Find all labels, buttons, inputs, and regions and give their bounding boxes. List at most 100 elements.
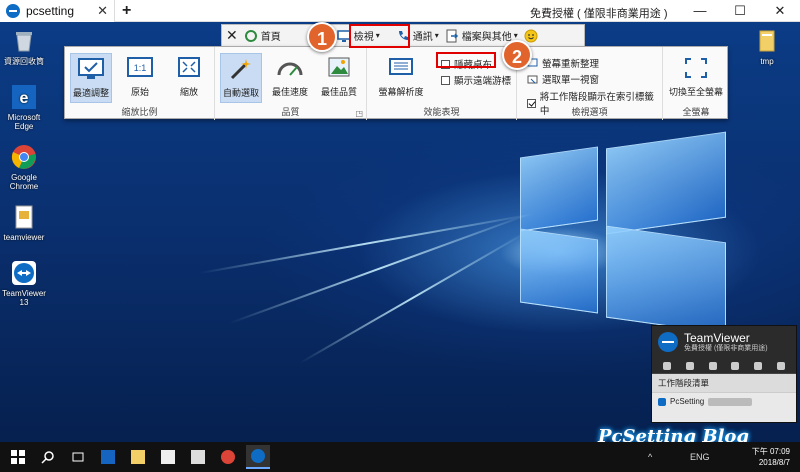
clock[interactable]: 下午 07:09 2018/8/7 <box>752 446 790 468</box>
best-fit-icon <box>76 56 106 82</box>
select-window-button[interactable]: 選取單一視窗 <box>527 72 599 86</box>
group-label: 檢視選項 <box>571 107 608 117</box>
quality-group: 自動選取 最佳速度 最佳品質 品質 ◳ <box>215 47 367 120</box>
wallpaper-logo-pane <box>520 228 598 314</box>
file-transfer-icon <box>445 29 459 43</box>
taskbar-store[interactable] <box>156 445 180 469</box>
clock-date: 2018/8/7 <box>758 458 790 467</box>
close-session-icon[interactable]: ✕ <box>226 27 238 44</box>
smiley-icon[interactable] <box>524 29 538 43</box>
chat-icon[interactable] <box>708 361 717 370</box>
search-button[interactable] <box>36 445 60 469</box>
task-view-button[interactable] <box>66 445 90 469</box>
teamviewer-icon <box>11 260 37 286</box>
mail-icon <box>191 450 205 464</box>
svg-text:1:1: 1:1 <box>134 63 147 73</box>
tab-label: pcsetting <box>26 4 75 18</box>
group-label: 縮放比例 <box>121 107 158 117</box>
session-list-title: 工作階段清單 <box>652 374 796 393</box>
start-button[interactable] <box>6 445 30 469</box>
highlight-view-tab <box>349 24 410 48</box>
taskbar-chrome[interactable] <box>216 445 240 469</box>
screen-resolution-button[interactable]: 螢幕解析度 <box>373 53 429 103</box>
screen-refresh-label: 螢幕重新整理 <box>542 59 600 70</box>
tv-license: 免費授權 (僅限非商業用途) <box>684 345 768 352</box>
tab-home[interactable]: 首頁 <box>244 28 281 43</box>
add-tab-button[interactable]: + <box>122 2 131 20</box>
dialog-launcher-icon[interactable]: ◳ <box>355 109 363 118</box>
window-title-bar: pcsetting ✕ + 免費授權 ( 僅限非商業用途 ) — ☐ ✕ <box>0 0 800 22</box>
maximize-button[interactable]: ☐ <box>720 0 760 22</box>
recycle-bin-icon[interactable]: 資源回收筒 <box>0 28 49 66</box>
fullscreen-button[interactable]: 切換至全螢幕 <box>667 53 725 103</box>
best-fit-button[interactable]: 最適調整 <box>70 53 112 103</box>
screen-refresh-button[interactable]: 螢幕重新整理 <box>527 56 599 70</box>
chevron-down-icon: ▾ <box>513 31 518 40</box>
taskbar-edge[interactable] <box>96 445 120 469</box>
desktop-icon-label: teamviewer <box>3 233 45 242</box>
headset-icon[interactable] <box>685 361 694 370</box>
zoom-button[interactable]: 縮放 <box>168 53 210 103</box>
whiteboard-icon[interactable] <box>753 361 762 370</box>
tv-toolbar <box>652 358 796 374</box>
step-badge-1: 1 <box>307 22 337 52</box>
computer-icon <box>658 397 666 406</box>
scale-arrows-icon <box>174 55 204 81</box>
desktop-icon-label: Microsoft Edge <box>7 113 41 131</box>
taskbar: ^ ENG 下午 07:09 2018/8/7 <box>0 442 800 472</box>
tab-home-label: 首頁 <box>260 32 281 43</box>
teamviewer-folder-shortcut[interactable]: teamviewer <box>0 204 49 242</box>
tab-files[interactable]: 檔案與其他 ▾ <box>445 28 518 43</box>
original-size-icon: 1:1 <box>125 55 155 81</box>
search-icon <box>41 451 54 464</box>
taskbar-mail[interactable] <box>186 445 210 469</box>
desktop-icon-label: tmp <box>760 57 774 66</box>
window-select-icon <box>527 74 538 85</box>
wallpaper-light-beam <box>199 212 536 274</box>
minimize-button[interactable]: — <box>680 0 720 22</box>
teamviewer-icon <box>251 449 265 463</box>
teamviewer13-shortcut[interactable]: TeamViewer 13 <box>0 260 49 307</box>
show-remote-cursor-label: 顯示遠端游標 <box>454 76 512 87</box>
tray-lang[interactable]: ENG <box>690 452 710 462</box>
store-icon <box>161 450 175 464</box>
chrome-shortcut[interactable]: Google Chrome <box>0 144 49 191</box>
wallpaper-light-beam <box>229 212 532 324</box>
task-view-icon <box>72 452 84 462</box>
file-box-icon[interactable] <box>731 361 740 370</box>
edge-shortcut[interactable]: e Microsoft Edge <box>0 84 49 131</box>
fullscreen-icon <box>681 55 711 81</box>
original-size-button[interactable]: 1:1 原始 <box>119 53 161 103</box>
close-tab-icon[interactable]: ✕ <box>97 3 108 19</box>
magic-wand-icon <box>226 56 256 82</box>
session-list-item[interactable]: PcSetting <box>652 393 796 410</box>
best-quality-button[interactable]: 最佳品質 <box>318 53 360 103</box>
zoom-label: 縮放 <box>179 87 198 97</box>
best-speed-button[interactable]: 最佳速度 <box>269 53 311 103</box>
taskbar-explorer[interactable] <box>126 445 150 469</box>
clock-time: 下午 07:09 <box>751 447 790 456</box>
taskbar-teamviewer[interactable] <box>246 445 270 469</box>
tmp-folder-shortcut[interactable]: tmp <box>742 28 792 66</box>
group-label: 品質 <box>281 107 300 117</box>
wallpaper-light-beam <box>299 232 526 364</box>
edge-icon <box>101 450 115 464</box>
scaling-group: 最適調整 1:1 原始 縮放 縮放比例 <box>65 47 215 120</box>
auto-quality-button[interactable]: 自動選取 <box>220 53 262 103</box>
folder-icon <box>131 450 145 464</box>
fullscreen-label: 切換至全螢幕 <box>668 87 723 97</box>
video-icon[interactable] <box>663 361 672 370</box>
best-fit-label: 最適調整 <box>72 88 109 98</box>
best-speed-label: 最佳速度 <box>271 87 308 97</box>
tray-up-arrow-icon[interactable]: ^ <box>648 452 652 462</box>
tab-pcsetting[interactable]: pcsetting ✕ <box>0 0 115 22</box>
license-text: 免費授權 ( 僅限非商業用途 ) <box>530 8 668 20</box>
document-icon <box>11 204 37 230</box>
wallpaper-logo-pane <box>520 146 598 232</box>
auto-quality-label: 自動選取 <box>222 88 259 98</box>
tab-communication-label: 通訊 <box>412 32 433 43</box>
original-size-label: 原始 <box>130 87 149 97</box>
collapse-icon[interactable] <box>776 361 785 370</box>
close-window-button[interactable]: ✕ <box>760 0 800 22</box>
show-remote-cursor-checkbox[interactable]: 顯示遠端游標 <box>441 73 511 87</box>
